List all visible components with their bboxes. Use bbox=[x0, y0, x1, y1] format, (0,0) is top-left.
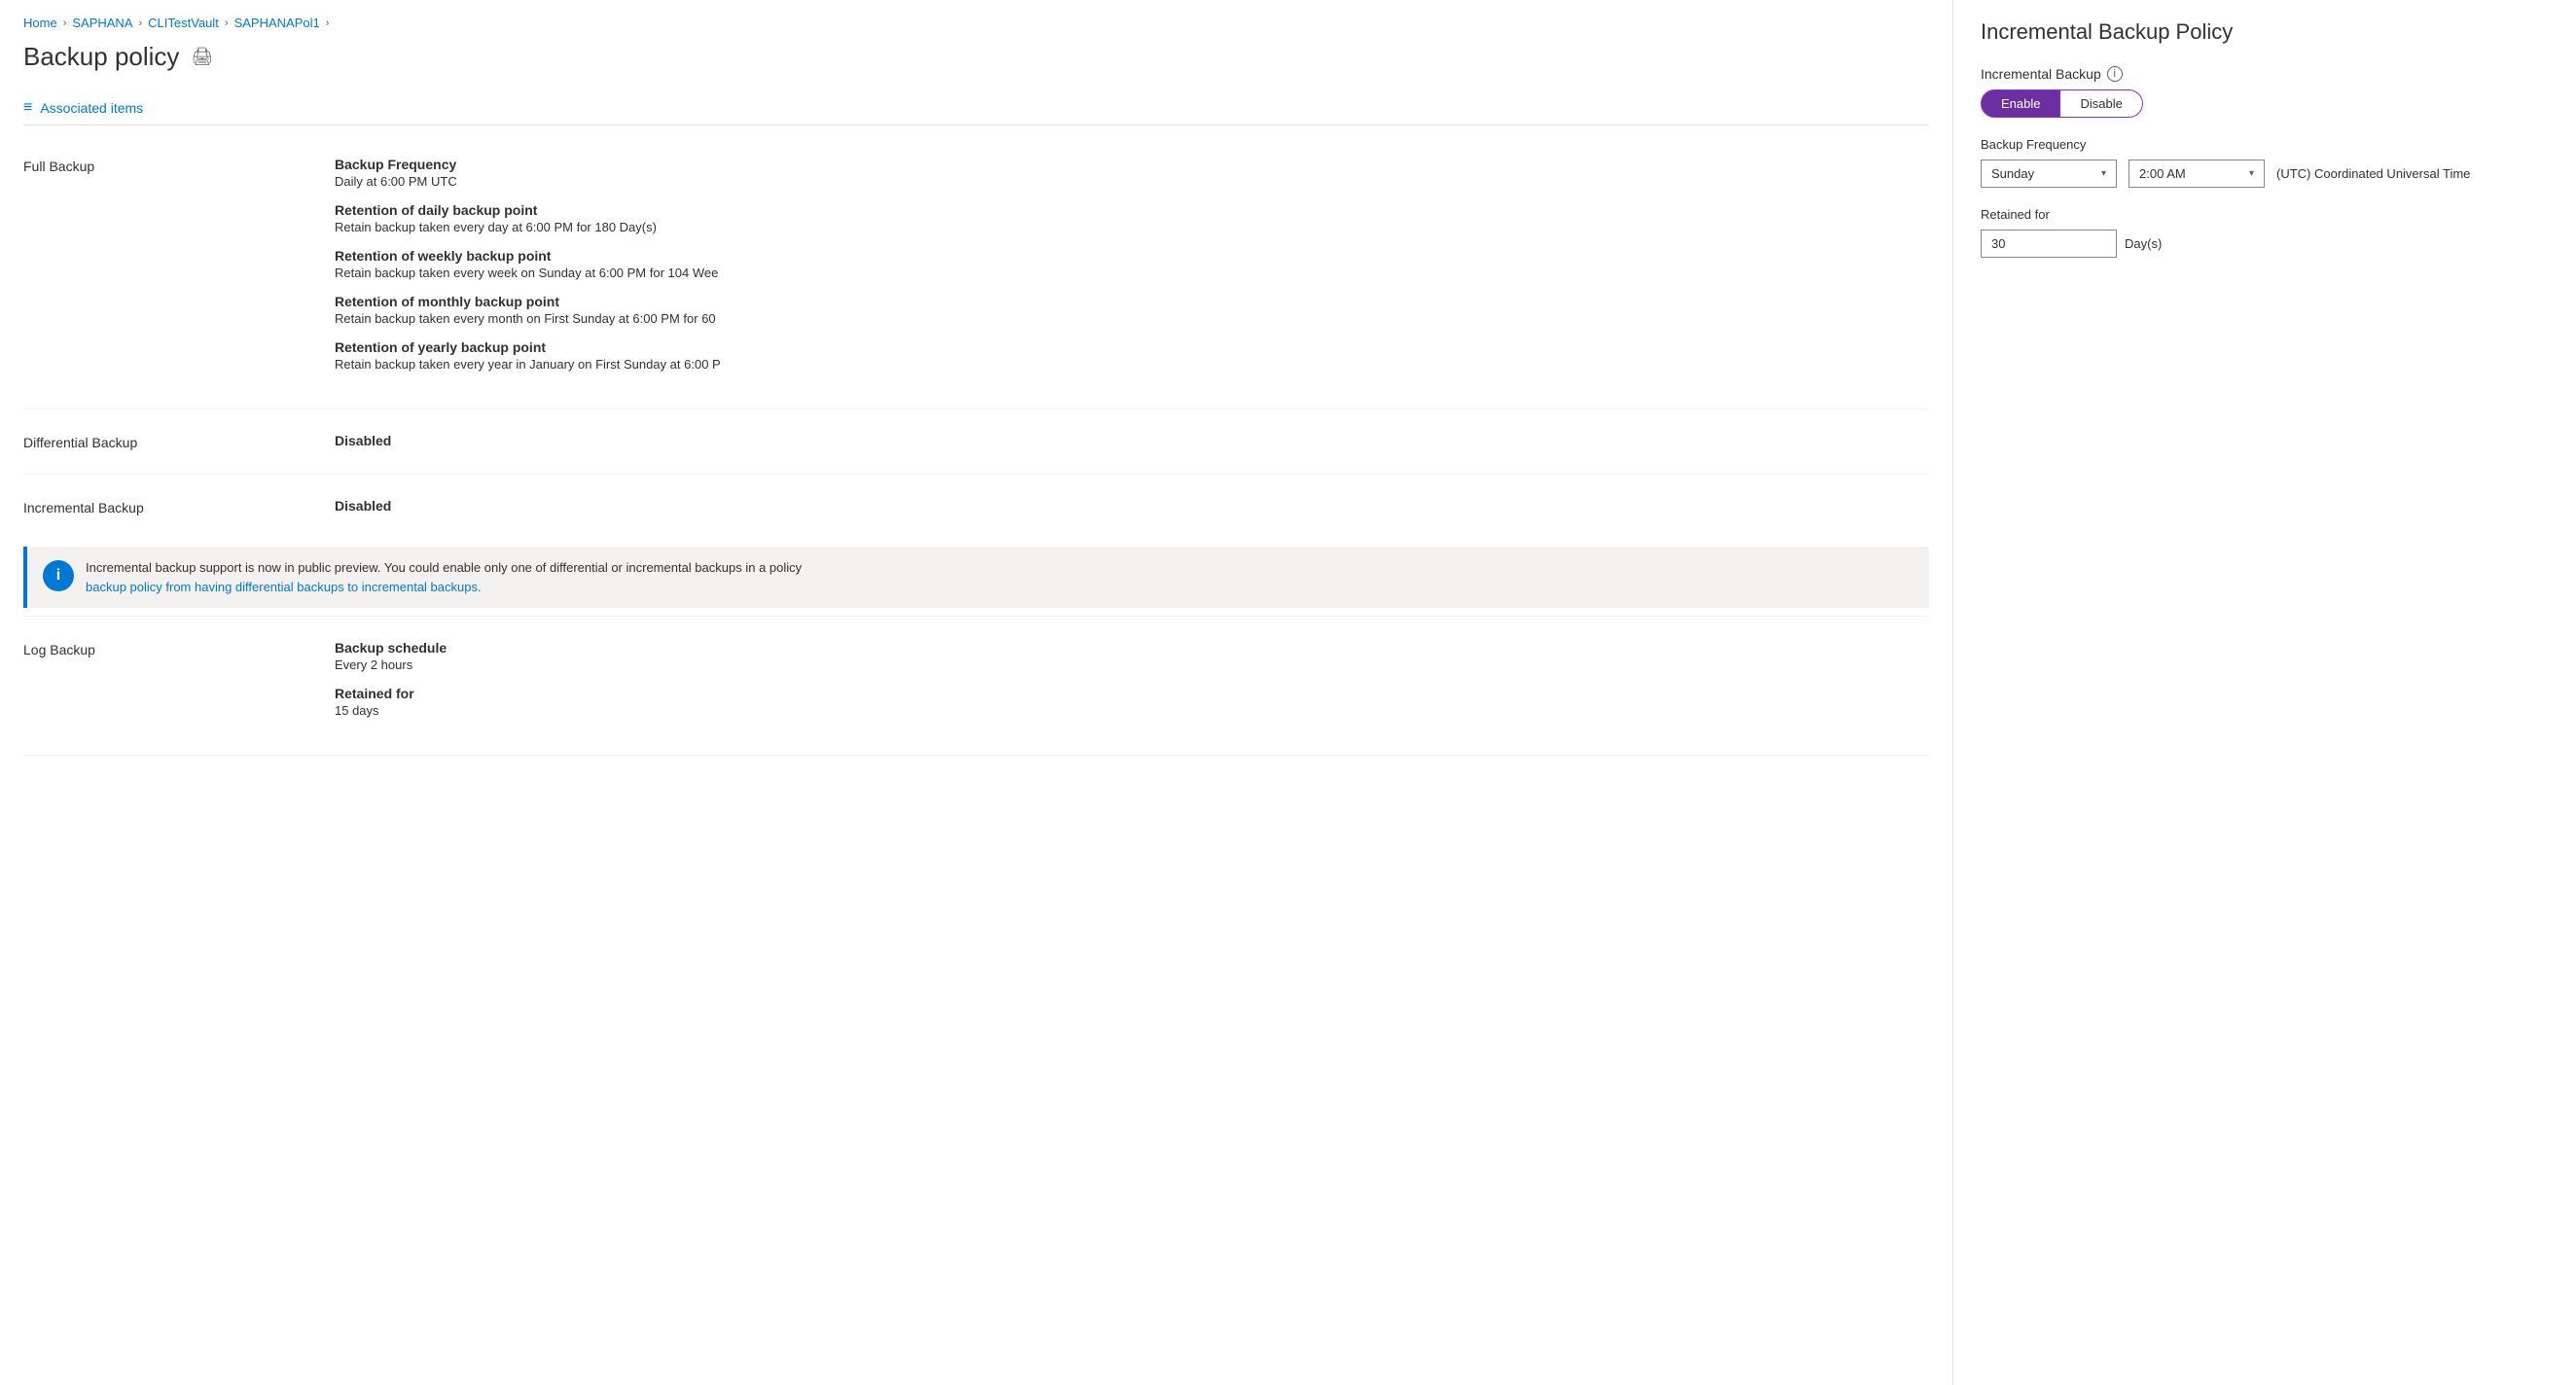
incremental-backup-label: Incremental Backup bbox=[23, 498, 335, 515]
daily-retention-value: Retain backup taken every day at 6:00 PM… bbox=[335, 220, 1929, 234]
yearly-retention-title: Retention of yearly backup point bbox=[335, 339, 1929, 355]
weekly-retention-value: Retain backup taken every week on Sunday… bbox=[335, 266, 1929, 280]
list-icon: ≡ bbox=[23, 99, 32, 117]
timezone-label: (UTC) Coordinated Universal Time bbox=[2276, 166, 2470, 181]
yearly-retention-value: Retain backup taken every year in Januar… bbox=[335, 357, 1929, 372]
differential-disabled-label: Disabled bbox=[335, 433, 1929, 448]
log-backup-label: Log Backup bbox=[23, 640, 335, 731]
differential-backup-label: Differential Backup bbox=[23, 433, 335, 450]
log-backup-schedule-value: Every 2 hours bbox=[335, 657, 1929, 672]
incremental-backup-toggle-row: Incremental Backup i Enable Disable bbox=[1981, 66, 2549, 118]
weekly-retention-title: Retention of weekly backup point bbox=[335, 248, 1929, 264]
info-icon: i bbox=[43, 560, 74, 591]
retained-days-input[interactable] bbox=[1981, 230, 2117, 258]
info-banner: i Incremental backup support is now in p… bbox=[23, 547, 1929, 608]
day-dropdown-chevron-icon: ▾ bbox=[2101, 168, 2106, 179]
toggle-group: Enable Disable bbox=[1981, 89, 2549, 118]
differential-backup-content: Disabled bbox=[335, 433, 1929, 450]
breadcrumb-sep-1: › bbox=[63, 18, 67, 29]
log-backup-section: Log Backup Backup schedule Every 2 hours… bbox=[23, 616, 1929, 756]
enable-toggle-button[interactable]: Enable bbox=[1981, 89, 2060, 118]
breadcrumb-sep-4: › bbox=[326, 18, 330, 29]
log-backup-retention-title: Retained for bbox=[335, 686, 1929, 701]
full-backup-section: Full Backup Backup Frequency Daily at 6:… bbox=[23, 133, 1929, 409]
incremental-backup-section: Incremental Backup Disabled bbox=[23, 475, 1929, 539]
breadcrumb-sep-3: › bbox=[225, 18, 229, 29]
log-backup-retention-row: Retained for 15 days bbox=[335, 686, 1929, 718]
dropdowns-row: Sunday ▾ 2:00 AM ▾ (UTC) Coordinated Uni… bbox=[1981, 160, 2549, 188]
backup-frequency-title: Backup Frequency bbox=[335, 157, 1929, 172]
daily-retention-title: Retention of daily backup point bbox=[335, 202, 1929, 218]
right-panel: Incremental Backup Policy Incremental Ba… bbox=[1953, 0, 2576, 1385]
incremental-disabled-label: Disabled bbox=[335, 498, 1929, 514]
daily-retention-row: Retention of daily backup point Retain b… bbox=[335, 202, 1929, 234]
log-backup-schedule-title: Backup schedule bbox=[335, 640, 1929, 656]
weekly-retention-row: Retention of weekly backup point Retain … bbox=[335, 248, 1929, 280]
breadcrumb-home[interactable]: Home bbox=[23, 16, 57, 30]
time-dropdown-chevron-icon: ▾ bbox=[2249, 168, 2254, 179]
time-dropdown-value: 2:00 AM bbox=[2139, 166, 2186, 181]
backup-frequency-field-label: Backup Frequency bbox=[1981, 137, 2549, 152]
backup-frequency-row: Backup Frequency Daily at 6:00 PM UTC bbox=[335, 157, 1929, 189]
log-backup-retention-value: 15 days bbox=[335, 703, 1929, 718]
full-backup-content: Backup Frequency Daily at 6:00 PM UTC Re… bbox=[335, 157, 1929, 385]
page-title: Backup policy bbox=[23, 42, 179, 72]
panel-title: Incremental Backup Policy bbox=[1981, 19, 2549, 45]
disable-toggle-button[interactable]: Disable bbox=[2060, 89, 2142, 118]
retained-row: Retained for Day(s) bbox=[1981, 207, 2549, 258]
incremental-backup-content: Disabled bbox=[335, 498, 1929, 515]
monthly-retention-row: Retention of monthly backup point Retain… bbox=[335, 294, 1929, 326]
log-backup-content: Backup schedule Every 2 hours Retained f… bbox=[335, 640, 1929, 731]
associated-items-button[interactable]: ≡ Associated items bbox=[23, 91, 1929, 125]
monthly-retention-value: Retain backup taken every month on First… bbox=[335, 311, 1929, 326]
retained-input-row: Day(s) bbox=[1981, 230, 2549, 258]
yearly-retention-row: Retention of yearly backup point Retain … bbox=[335, 339, 1929, 372]
full-backup-label: Full Backup bbox=[23, 157, 335, 385]
print-icon[interactable]: 🖨 bbox=[191, 47, 213, 67]
incremental-backup-info-icon[interactable]: i bbox=[2107, 66, 2123, 82]
retained-for-label: Retained for bbox=[1981, 207, 2549, 222]
breadcrumb: Home › SAPHANA › CLITestVault › SAPHANAP… bbox=[23, 16, 1929, 30]
breadcrumb-vault[interactable]: CLITestVault bbox=[148, 16, 219, 30]
monthly-retention-title: Retention of monthly backup point bbox=[335, 294, 1929, 309]
time-dropdown[interactable]: 2:00 AM ▾ bbox=[2129, 160, 2265, 188]
breadcrumb-saphana[interactable]: SAPHANA bbox=[72, 16, 132, 30]
associated-items-label: Associated items bbox=[40, 100, 143, 116]
backup-frequency-value: Daily at 6:00 PM UTC bbox=[335, 174, 1929, 189]
left-panel: Home › SAPHANA › CLITestVault › SAPHANAP… bbox=[0, 0, 1953, 1385]
breadcrumb-sep-2: › bbox=[139, 18, 143, 29]
page-title-row: Backup policy 🖨 bbox=[23, 42, 1929, 72]
incremental-backup-field-label: Incremental Backup bbox=[1981, 66, 2101, 82]
breadcrumb-policy[interactable]: SAPHANAPol1 bbox=[234, 16, 320, 30]
incremental-backup-label-row: Incremental Backup i bbox=[1981, 66, 2549, 82]
info-text: Incremental backup support is now in pub… bbox=[86, 558, 802, 596]
differential-backup-section: Differential Backup Disabled bbox=[23, 409, 1929, 475]
days-label: Day(s) bbox=[2125, 236, 2162, 251]
info-link[interactable]: backup policy from having differential b… bbox=[86, 580, 482, 594]
day-dropdown-value: Sunday bbox=[1991, 166, 2034, 181]
log-backup-schedule-row: Backup schedule Every 2 hours bbox=[335, 640, 1929, 672]
info-text-main: Incremental backup support is now in pub… bbox=[86, 560, 802, 575]
day-dropdown[interactable]: Sunday ▾ bbox=[1981, 160, 2117, 188]
